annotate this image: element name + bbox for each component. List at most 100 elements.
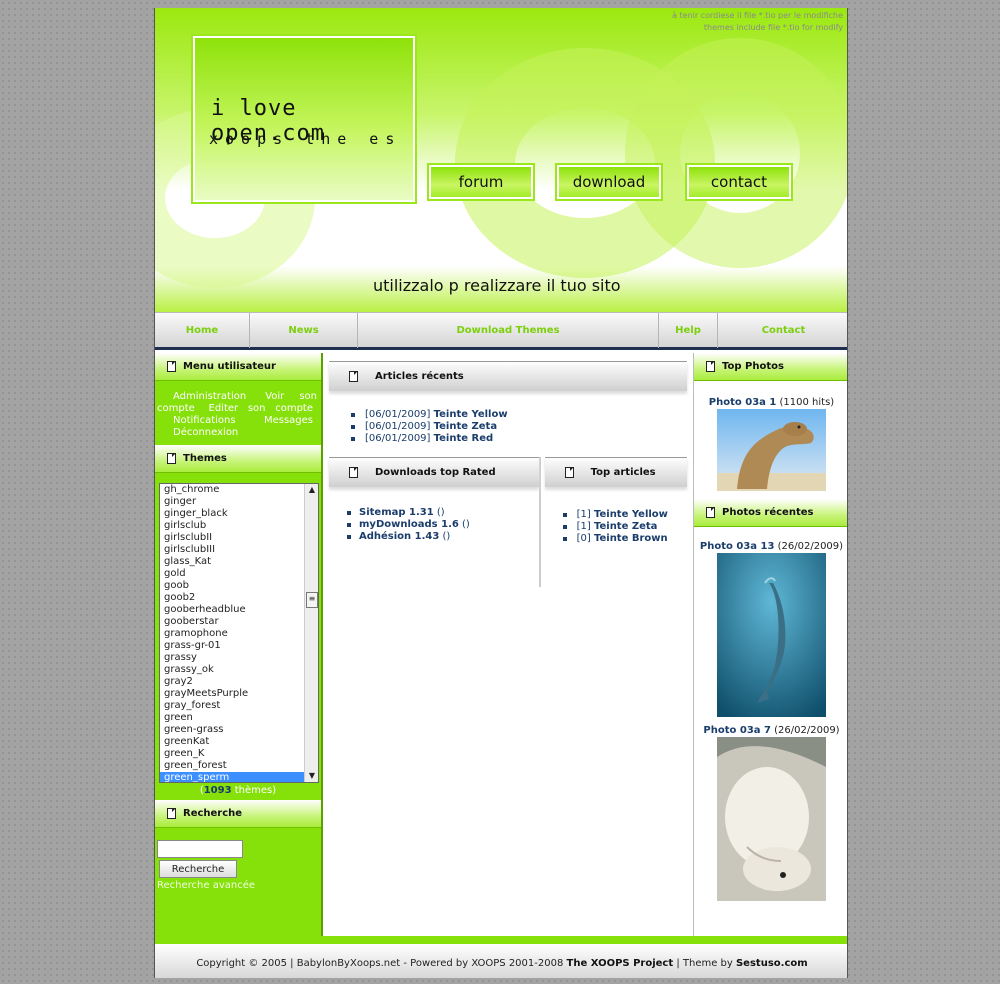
- footer-mid: | Theme by: [673, 958, 736, 969]
- theme-option[interactable]: goob2: [160, 592, 304, 604]
- search-title: Recherche: [155, 800, 321, 828]
- nav-news[interactable]: News: [250, 313, 358, 348]
- theme-option[interactable]: gooberstar: [160, 616, 304, 628]
- advanced-search-link[interactable]: Recherche avancée: [157, 880, 321, 891]
- site-header: à tenir cordiese il file *.tio per le mo…: [155, 8, 847, 312]
- theme-option[interactable]: ginger_black: [160, 508, 304, 520]
- top-articles-block: Top articles [1] Teinte Yellow [1] Teint…: [544, 457, 687, 587]
- scroll-up-icon[interactable]: ▲: [305, 484, 318, 496]
- theme-option[interactable]: gold: [160, 568, 304, 580]
- document-icon: [706, 507, 715, 518]
- footer-xoops-link[interactable]: The XOOPS Project: [567, 958, 674, 969]
- forum-button[interactable]: forum: [429, 165, 533, 199]
- theme-option[interactable]: girlsclubII: [160, 532, 304, 544]
- theme-option[interactable]: ginger: [160, 496, 304, 508]
- list-item: [06/01/2009] Teinte Yellow: [351, 409, 687, 421]
- photo-link[interactable]: Photo 03a 1: [709, 397, 777, 408]
- theme-option[interactable]: girlsclub: [160, 520, 304, 532]
- menu-link-editer-compte[interactable]: Editer son compte: [209, 403, 314, 414]
- theme-option[interactable]: grassy_ok: [160, 664, 304, 676]
- list-item: [1] Teinte Zeta: [562, 521, 681, 533]
- theme-option[interactable]: gramophone: [160, 628, 304, 640]
- themes-count-suffix: thèmes): [231, 785, 277, 796]
- theme-option[interactable]: grassy: [160, 652, 304, 664]
- scroll-down-icon[interactable]: ▼: [305, 770, 318, 782]
- downloads-title-text: Downloads top Rated: [375, 467, 496, 478]
- document-icon: [564, 467, 574, 478]
- scroll-thumb[interactable]: ≡: [306, 592, 318, 608]
- recent-articles-title: Articles récents: [329, 361, 687, 391]
- theme-option[interactable]: gray_forest: [160, 700, 304, 712]
- theme-option[interactable]: green_K: [160, 748, 304, 760]
- downloads-block: Downloads top Rated Sitemap 1.31 () myDo…: [329, 457, 541, 587]
- camel-photo[interactable]: [717, 409, 826, 491]
- nav-contact[interactable]: Contact: [718, 313, 847, 348]
- theme-option[interactable]: girlsclubIII: [160, 544, 304, 556]
- article-link[interactable]: Teinte Red: [434, 433, 494, 444]
- download-extra: (): [439, 531, 451, 542]
- article-link[interactable]: Teinte Brown: [594, 533, 668, 544]
- theme-option[interactable]: goob: [160, 580, 304, 592]
- photo-link[interactable]: Photo 03a 13: [700, 541, 775, 552]
- themes-options: gh_chrome ginger ginger_black girlsclub girl…: [160, 484, 318, 782]
- list-item: Adhésion 1.43 (): [347, 531, 539, 543]
- themes-title: Themes: [155, 445, 321, 473]
- download-link[interactable]: myDownloads 1.6: [359, 519, 459, 530]
- recent-photo1-caption: Photo 03a 13 (26/02/2009): [694, 541, 847, 553]
- theme-option[interactable]: green-grass: [160, 724, 304, 736]
- nav-home[interactable]: Home: [155, 313, 250, 348]
- top-articles-title-text: Top articles: [590, 467, 656, 478]
- article-link[interactable]: Teinte Yellow: [594, 509, 668, 520]
- download-link[interactable]: Sitemap 1.31: [359, 507, 434, 518]
- menu-link-deconnexion[interactable]: Déconnexion: [157, 427, 238, 438]
- list-item: [06/01/2009] Teinte Red: [351, 433, 687, 445]
- search-button[interactable]: Recherche: [159, 860, 237, 878]
- menu-link-notifications[interactable]: Notifications: [157, 415, 236, 426]
- download-link[interactable]: Adhésion 1.43: [359, 531, 439, 542]
- nav-help[interactable]: Help: [659, 313, 718, 348]
- download-button[interactable]: download: [557, 165, 661, 199]
- article-date: [06/01/2009]: [365, 421, 431, 432]
- theme-option[interactable]: glass_Kat: [160, 556, 304, 568]
- search-input[interactable]: [157, 840, 243, 858]
- theme-option[interactable]: greenKat: [160, 736, 304, 748]
- list-item: Sitemap 1.31 (): [347, 507, 539, 519]
- themes-listbox[interactable]: gh_chrome ginger ginger_black girlsclub girl…: [159, 483, 319, 783]
- themes-count: (1093 thèmes): [155, 785, 321, 796]
- footer-author-link[interactable]: Sestuso.com: [736, 958, 808, 969]
- document-icon: [349, 467, 358, 478]
- document-icon: [167, 808, 176, 819]
- article-link[interactable]: Teinte Zeta: [594, 521, 657, 532]
- article-date: [06/01/2009]: [365, 409, 431, 420]
- menu-link-messages[interactable]: Messages: [264, 415, 313, 426]
- dolphin-photo[interactable]: [717, 553, 826, 717]
- theme-option[interactable]: gooberheadblue: [160, 604, 304, 616]
- theme-option[interactable]: green_sperm: [160, 772, 304, 782]
- center-column: Articles récents [06/01/2009] Teinte Yel…: [323, 353, 693, 936]
- theme-option[interactable]: green_forest: [160, 760, 304, 772]
- article-link[interactable]: Teinte Yellow: [434, 409, 508, 420]
- downloads-list: Sitemap 1.31 () myDownloads 1.6 () Adhés…: [329, 487, 539, 543]
- nav-download-themes[interactable]: Download Themes: [358, 313, 659, 348]
- photo-date: (26/02/2009): [774, 541, 844, 552]
- theme-option[interactable]: gh_chrome: [160, 484, 304, 496]
- theme-option[interactable]: grass-gr-01: [160, 640, 304, 652]
- downloads-title: Downloads top Rated: [329, 457, 539, 487]
- header-decoration: [625, 38, 847, 268]
- site-logo[interactable]: i love open.com xoops the es: [193, 36, 415, 202]
- themes-scrollbar[interactable]: ▲ ≡ ▼: [304, 484, 318, 782]
- contact-button[interactable]: contact: [687, 165, 791, 199]
- photo-link[interactable]: Photo 03a 7: [703, 725, 771, 736]
- document-icon: [349, 371, 358, 382]
- header-note: à tenir cordiese il file *.tio per le mo…: [672, 10, 843, 34]
- article-link[interactable]: Teinte Zeta: [434, 421, 497, 432]
- article-rank: [1]: [576, 521, 591, 532]
- polar-bear-photo[interactable]: [717, 737, 826, 901]
- theme-option[interactable]: grayMeetsPurple: [160, 688, 304, 700]
- theme-option[interactable]: gray2: [160, 676, 304, 688]
- article-rank: [0]: [576, 533, 591, 544]
- list-item: [06/01/2009] Teinte Zeta: [351, 421, 687, 433]
- right-column: Top Photos Photo 03a 1 (1100 hits) Photo…: [693, 353, 847, 936]
- menu-link-administration[interactable]: Administration: [157, 391, 246, 402]
- theme-option[interactable]: green: [160, 712, 304, 724]
